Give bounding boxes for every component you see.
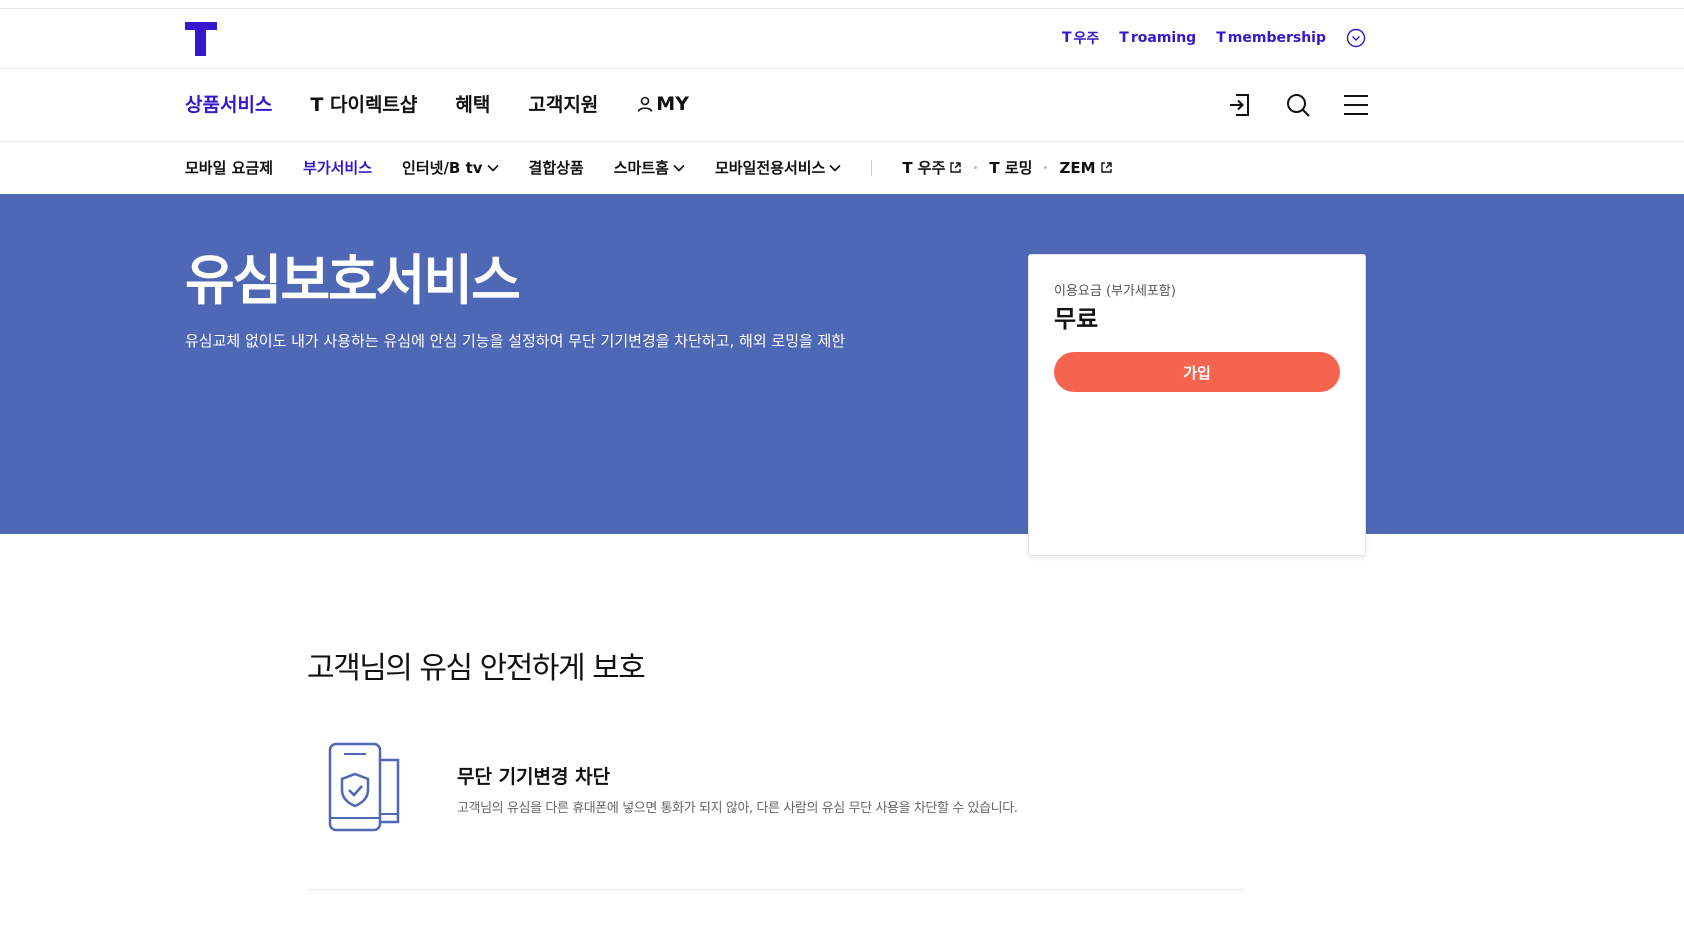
util-link-troaming[interactable]: T roaming [1119,30,1196,46]
lnb-ext-tuju[interactable]: T 우주 [902,157,962,178]
section-title: 고객님의 유심 안전하게 보호 [307,651,646,686]
external-link-icon [1100,162,1112,173]
user-icon [637,96,653,112]
t-mark-icon: T [1061,30,1072,46]
dot-separator [1044,166,1048,169]
price-card: 이용요금 (부가세포함) 무료 가입 [1028,254,1366,556]
lnb-ext-zem[interactable]: ZEM [1059,159,1112,177]
chevron-down-icon [673,164,685,172]
global-nav: 상품서비스 T 다이렉트샵 혜택 고객지원 MY [0,69,1684,142]
external-link-icon [950,162,962,173]
chevron-down-icon [486,164,499,172]
phone-shield-icon [328,742,400,832]
utility-links: T 우주 T roaming T membership [1062,28,1366,48]
hero-description: 유심교체 없이도 내가 사용하는 유심에 안심 기능을 설정하여 무단 기기변경… [185,332,846,350]
feature-title: 무단 기기변경 차단 [457,766,611,788]
gnb-item-my[interactable]: MY [636,93,689,115]
chevron-down-icon [829,164,841,172]
lnb-item-internet-btv[interactable]: 인터넷/B tv [402,157,499,178]
gnb-item-products[interactable]: 상품서비스 [185,90,272,117]
chevron-circle-icon[interactable] [1346,28,1366,48]
local-nav: 모바일 요금제 부가서비스 인터넷/B tv 결합상품 스마트홈 모바일전용서비… [0,142,1684,194]
search-icon[interactable] [1284,91,1312,119]
section-divider [307,889,1244,890]
gnb-item-benefits[interactable]: 혜택 [455,90,490,117]
lnb-item-mobile-only[interactable]: 모바일전용서비스 [715,157,841,178]
lnb-item-mobile-plan[interactable]: 모바일 요금제 [185,157,273,178]
lnb-separator [871,159,873,176]
login-icon[interactable] [1226,91,1254,119]
util-link-tuju[interactable]: T 우주 [1062,28,1099,48]
hero-banner: 유심보호서비스 유심교체 없이도 내가 사용하는 유심에 안심 기능을 설정하여… [0,194,1684,534]
menu-icon[interactable] [1342,91,1370,119]
gnb-item-support[interactable]: 고객지원 [528,90,598,117]
lnb-ext-troaming[interactable]: T 로밍 [989,157,1032,178]
lnb-item-smart-home[interactable]: 스마트홈 [614,157,685,178]
dot-separator [974,166,978,169]
utility-bar: T 우주 T roaming T membership [0,8,1684,69]
util-link-tmembership[interactable]: T membership [1216,30,1326,46]
price-value: 무료 [1054,305,1099,333]
t-mark-icon: T [1119,30,1129,46]
lnb-item-bundle[interactable]: 결합상품 [529,157,584,178]
t-mark-icon: T [1216,30,1226,46]
feature-description: 고객님의 유심을 다른 휴대폰에 넣으면 통화가 되지 않아, 다른 사람의 유… [457,801,1018,816]
t-logo[interactable] [185,22,217,56]
join-button[interactable]: 가입 [1054,352,1340,392]
gnb-item-direct-shop[interactable]: T 다이렉트샵 [310,90,417,117]
lnb-item-addon-service[interactable]: 부가서비스 [303,157,372,178]
price-label: 이용요금 (부가세포함) [1054,284,1176,299]
page-title: 유심보호서비스 [185,249,521,312]
